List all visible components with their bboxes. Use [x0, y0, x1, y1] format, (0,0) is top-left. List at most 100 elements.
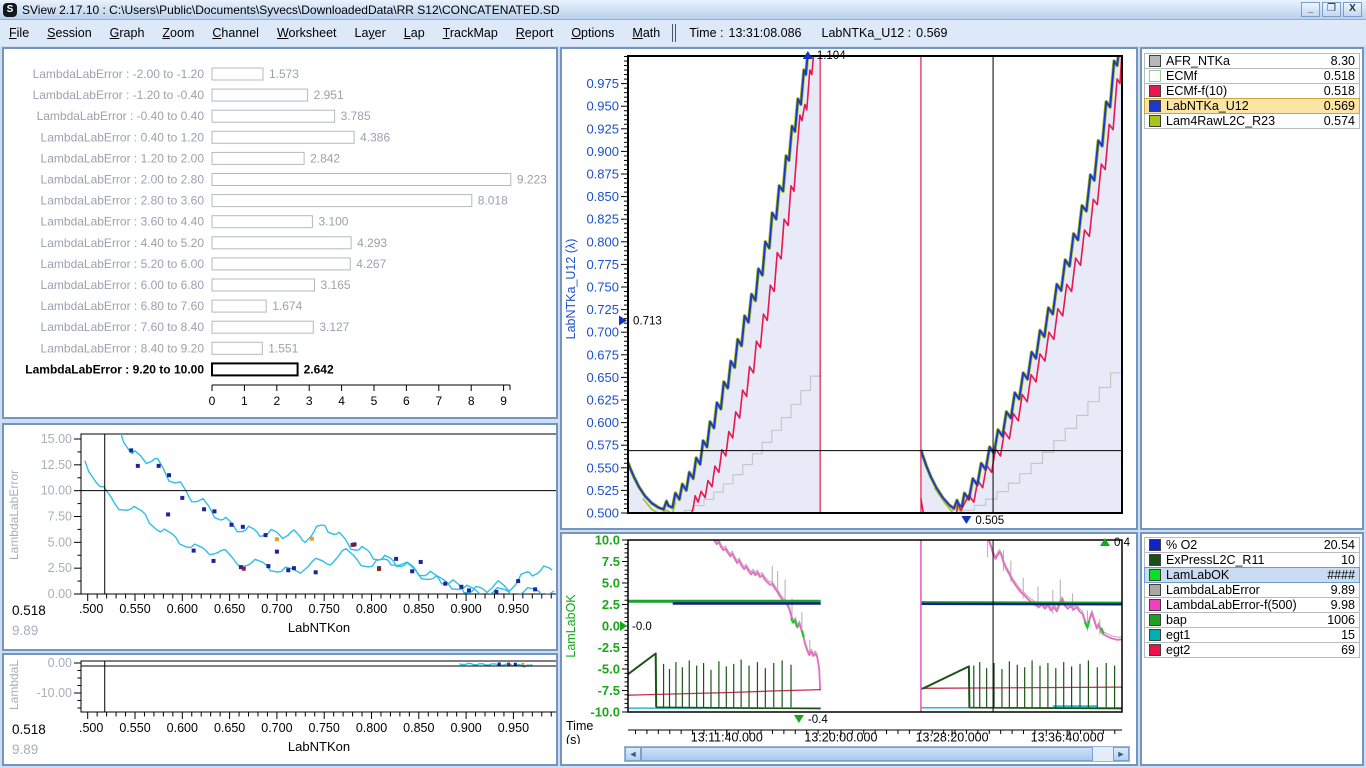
menu-item-lap[interactable]: Lap	[395, 22, 434, 44]
svg-text:0.713: 0.713	[633, 315, 662, 327]
channel-name: LambdaLabError-f(500)	[1166, 598, 1297, 612]
svg-text:0.800: 0.800	[356, 721, 387, 735]
channel-row--o2[interactable]: % O2 20.54	[1144, 537, 1360, 553]
svg-text:2.50: 2.50	[48, 561, 72, 575]
channel-name: ECMf-f(10)	[1166, 84, 1227, 98]
svg-text:4.267: 4.267	[356, 257, 386, 271]
svg-text:3.127: 3.127	[319, 320, 349, 334]
channel-value: 69	[1341, 643, 1355, 657]
channel-row-expressl2c-r11[interactable]: ExPressL2C_R1110	[1144, 552, 1360, 568]
svg-text:Time: Time	[566, 719, 593, 733]
svg-text:0.518: 0.518	[12, 722, 46, 737]
menu-item-trackmap[interactable]: TrackMap	[434, 22, 507, 44]
channel-value: 20.54	[1324, 538, 1355, 552]
close-button[interactable]: X	[1343, 2, 1362, 17]
svg-text:LamLabOK: LamLabOK	[564, 594, 578, 658]
scroll-left-icon[interactable]: ◄	[625, 747, 641, 761]
channel-list-top: AFR_NTKa8.30ECMf0.518ECMf-f(10)0.518LabN…	[1140, 47, 1364, 530]
menu-item-math[interactable]: Math	[623, 22, 669, 44]
menu-item-report[interactable]: Report	[507, 22, 563, 44]
svg-text:0.625: 0.625	[586, 393, 619, 408]
channel-row-bap[interactable]: bap1006	[1144, 612, 1360, 628]
channel-row-ecmf-f-10-[interactable]: ECMf-f(10)0.518	[1144, 83, 1360, 99]
channel-color-swatch	[1149, 70, 1161, 82]
scatter-chart[interactable]: 0.002.505.007.5010.0012.5015.000.5000.55…	[4, 425, 556, 649]
channel-row-lambdalaberror-f-500-[interactable]: LambdaLabError-f(500) 9.98	[1144, 597, 1360, 613]
minimize-button[interactable]: _	[1301, 2, 1320, 17]
channel-name: % O2	[1166, 538, 1197, 552]
svg-text:1.674: 1.674	[272, 299, 302, 313]
svg-text:LambdaLabError : 6.00 to 6.80: LambdaLabError : 6.00 to 6.80	[41, 278, 205, 292]
svg-text:3.785: 3.785	[341, 109, 371, 123]
channel-row-labntka-u12[interactable]: LabNTKa_U120.569	[1144, 98, 1360, 114]
channel-value: 0.569	[1324, 99, 1355, 113]
menu-item-file[interactable]: File	[0, 22, 38, 44]
svg-text:0.575: 0.575	[586, 438, 619, 453]
channel-row-egt2[interactable]: egt269	[1144, 642, 1360, 658]
menu-separator	[672, 24, 676, 42]
time-scrollbar[interactable]: ◄ ►	[624, 746, 1130, 762]
menu-item-session[interactable]: Session	[38, 22, 100, 44]
main-lambda-chart[interactable]: 0.5000.5250.5500.5750.6000.6250.6500.675…	[562, 49, 1136, 528]
svg-text:0.600: 0.600	[167, 602, 198, 616]
histogram-chart[interactable]: LambdaLabError : -2.00 to -1.201.573Lamb…	[4, 49, 556, 417]
channel-color-swatch	[1149, 100, 1161, 112]
svg-text:-5.0: -5.0	[598, 662, 620, 677]
channel-row-egt1[interactable]: egt115	[1144, 627, 1360, 643]
menu-item-zoom[interactable]: Zoom	[153, 22, 203, 44]
svg-text:13:28:20.000: 13:28:20.000	[916, 731, 989, 745]
channel-row-lam4rawl2c-r23[interactable]: Lam4RawL2C_R230.574	[1144, 113, 1360, 129]
channel-value: 9.98	[1331, 598, 1355, 612]
svg-text:5.0: 5.0	[602, 576, 620, 591]
svg-text:5.00: 5.00	[48, 535, 72, 549]
menu-items: FileSessionGraphZoomChannelWorksheetLaye…	[0, 22, 669, 44]
svg-text:0: 0	[209, 394, 216, 408]
channel-row-ecmf[interactable]: ECMf0.518	[1144, 68, 1360, 84]
svg-text:9.89: 9.89	[12, 742, 38, 757]
scroll-right-icon[interactable]: ►	[1113, 747, 1129, 761]
channel-row-lambdalaberror[interactable]: LambdaLabError9.89	[1144, 582, 1360, 598]
channel-row-afr-ntka[interactable]: AFR_NTKa8.30	[1144, 53, 1360, 69]
svg-text:0.825: 0.825	[586, 212, 619, 227]
svg-text:10.00: 10.00	[41, 484, 72, 498]
menu-item-graph[interactable]: Graph	[101, 22, 154, 44]
svg-text:0.675: 0.675	[586, 347, 619, 362]
channel-name: AFR_NTKa	[1166, 54, 1230, 68]
menu-item-options[interactable]: Options	[562, 22, 623, 44]
svg-text:-7.5: -7.5	[598, 683, 620, 698]
status-channel-label: LabNTKa_U12 :	[822, 26, 912, 40]
svg-text:0.950: 0.950	[586, 99, 619, 114]
channel-name: egt1	[1166, 628, 1190, 642]
channel-value: 9.89	[1331, 583, 1355, 597]
svg-text:13:11:40.000: 13:11:40.000	[691, 731, 763, 745]
channel-name: Lam4RawL2C_R23	[1166, 114, 1275, 128]
svg-text:1.573: 1.573	[269, 67, 299, 81]
svg-text:LambdaLabError: LambdaLabError	[7, 470, 21, 560]
svg-text:0.700: 0.700	[261, 602, 292, 616]
menu-item-channel[interactable]: Channel	[203, 22, 268, 44]
svg-text:7.5: 7.5	[602, 554, 620, 569]
restore-button[interactable]: ❐	[1322, 2, 1341, 17]
svg-text:0.900: 0.900	[586, 144, 619, 159]
svg-text:LambdaLabError : -1.20 to -0.4: LambdaLabError : -1.20 to -0.40	[33, 88, 205, 102]
svg-text:0.725: 0.725	[586, 302, 619, 317]
status-readout: Time : 13:31:08.086 LabNTKa_U12 : 0.569	[683, 26, 947, 40]
menu-item-worksheet[interactable]: Worksheet	[268, 22, 346, 44]
channel-value: 0.518	[1324, 69, 1355, 83]
mini-lambda-chart[interactable]: 0.00-10.000.5000.5500.6000.6500.7000.750…	[4, 655, 556, 764]
svg-text:9.223: 9.223	[517, 173, 547, 187]
menu-bar: FileSessionGraphZoomChannelWorksheetLaye…	[0, 20, 1366, 46]
svg-text:0.700: 0.700	[586, 325, 619, 340]
svg-text:0.500: 0.500	[586, 506, 619, 521]
lamlabok-chart[interactable]: -10.0-7.5-5.0-2.50.02.55.07.510.0LamLabO…	[562, 534, 1136, 744]
channel-value: 10	[1341, 553, 1355, 567]
menu-item-layer[interactable]: Layer	[346, 22, 395, 44]
channel-name: LamLabOK	[1166, 568, 1229, 582]
channel-value: ####	[1327, 568, 1355, 582]
status-time-label: Time :	[689, 26, 723, 40]
scrollbar-thumb[interactable]	[641, 747, 1093, 761]
svg-text:2.5: 2.5	[602, 597, 620, 612]
svg-text:5: 5	[371, 394, 378, 408]
channel-color-swatch	[1149, 599, 1161, 611]
channel-row-lamlabok[interactable]: LamLabOK ####	[1144, 567, 1360, 583]
